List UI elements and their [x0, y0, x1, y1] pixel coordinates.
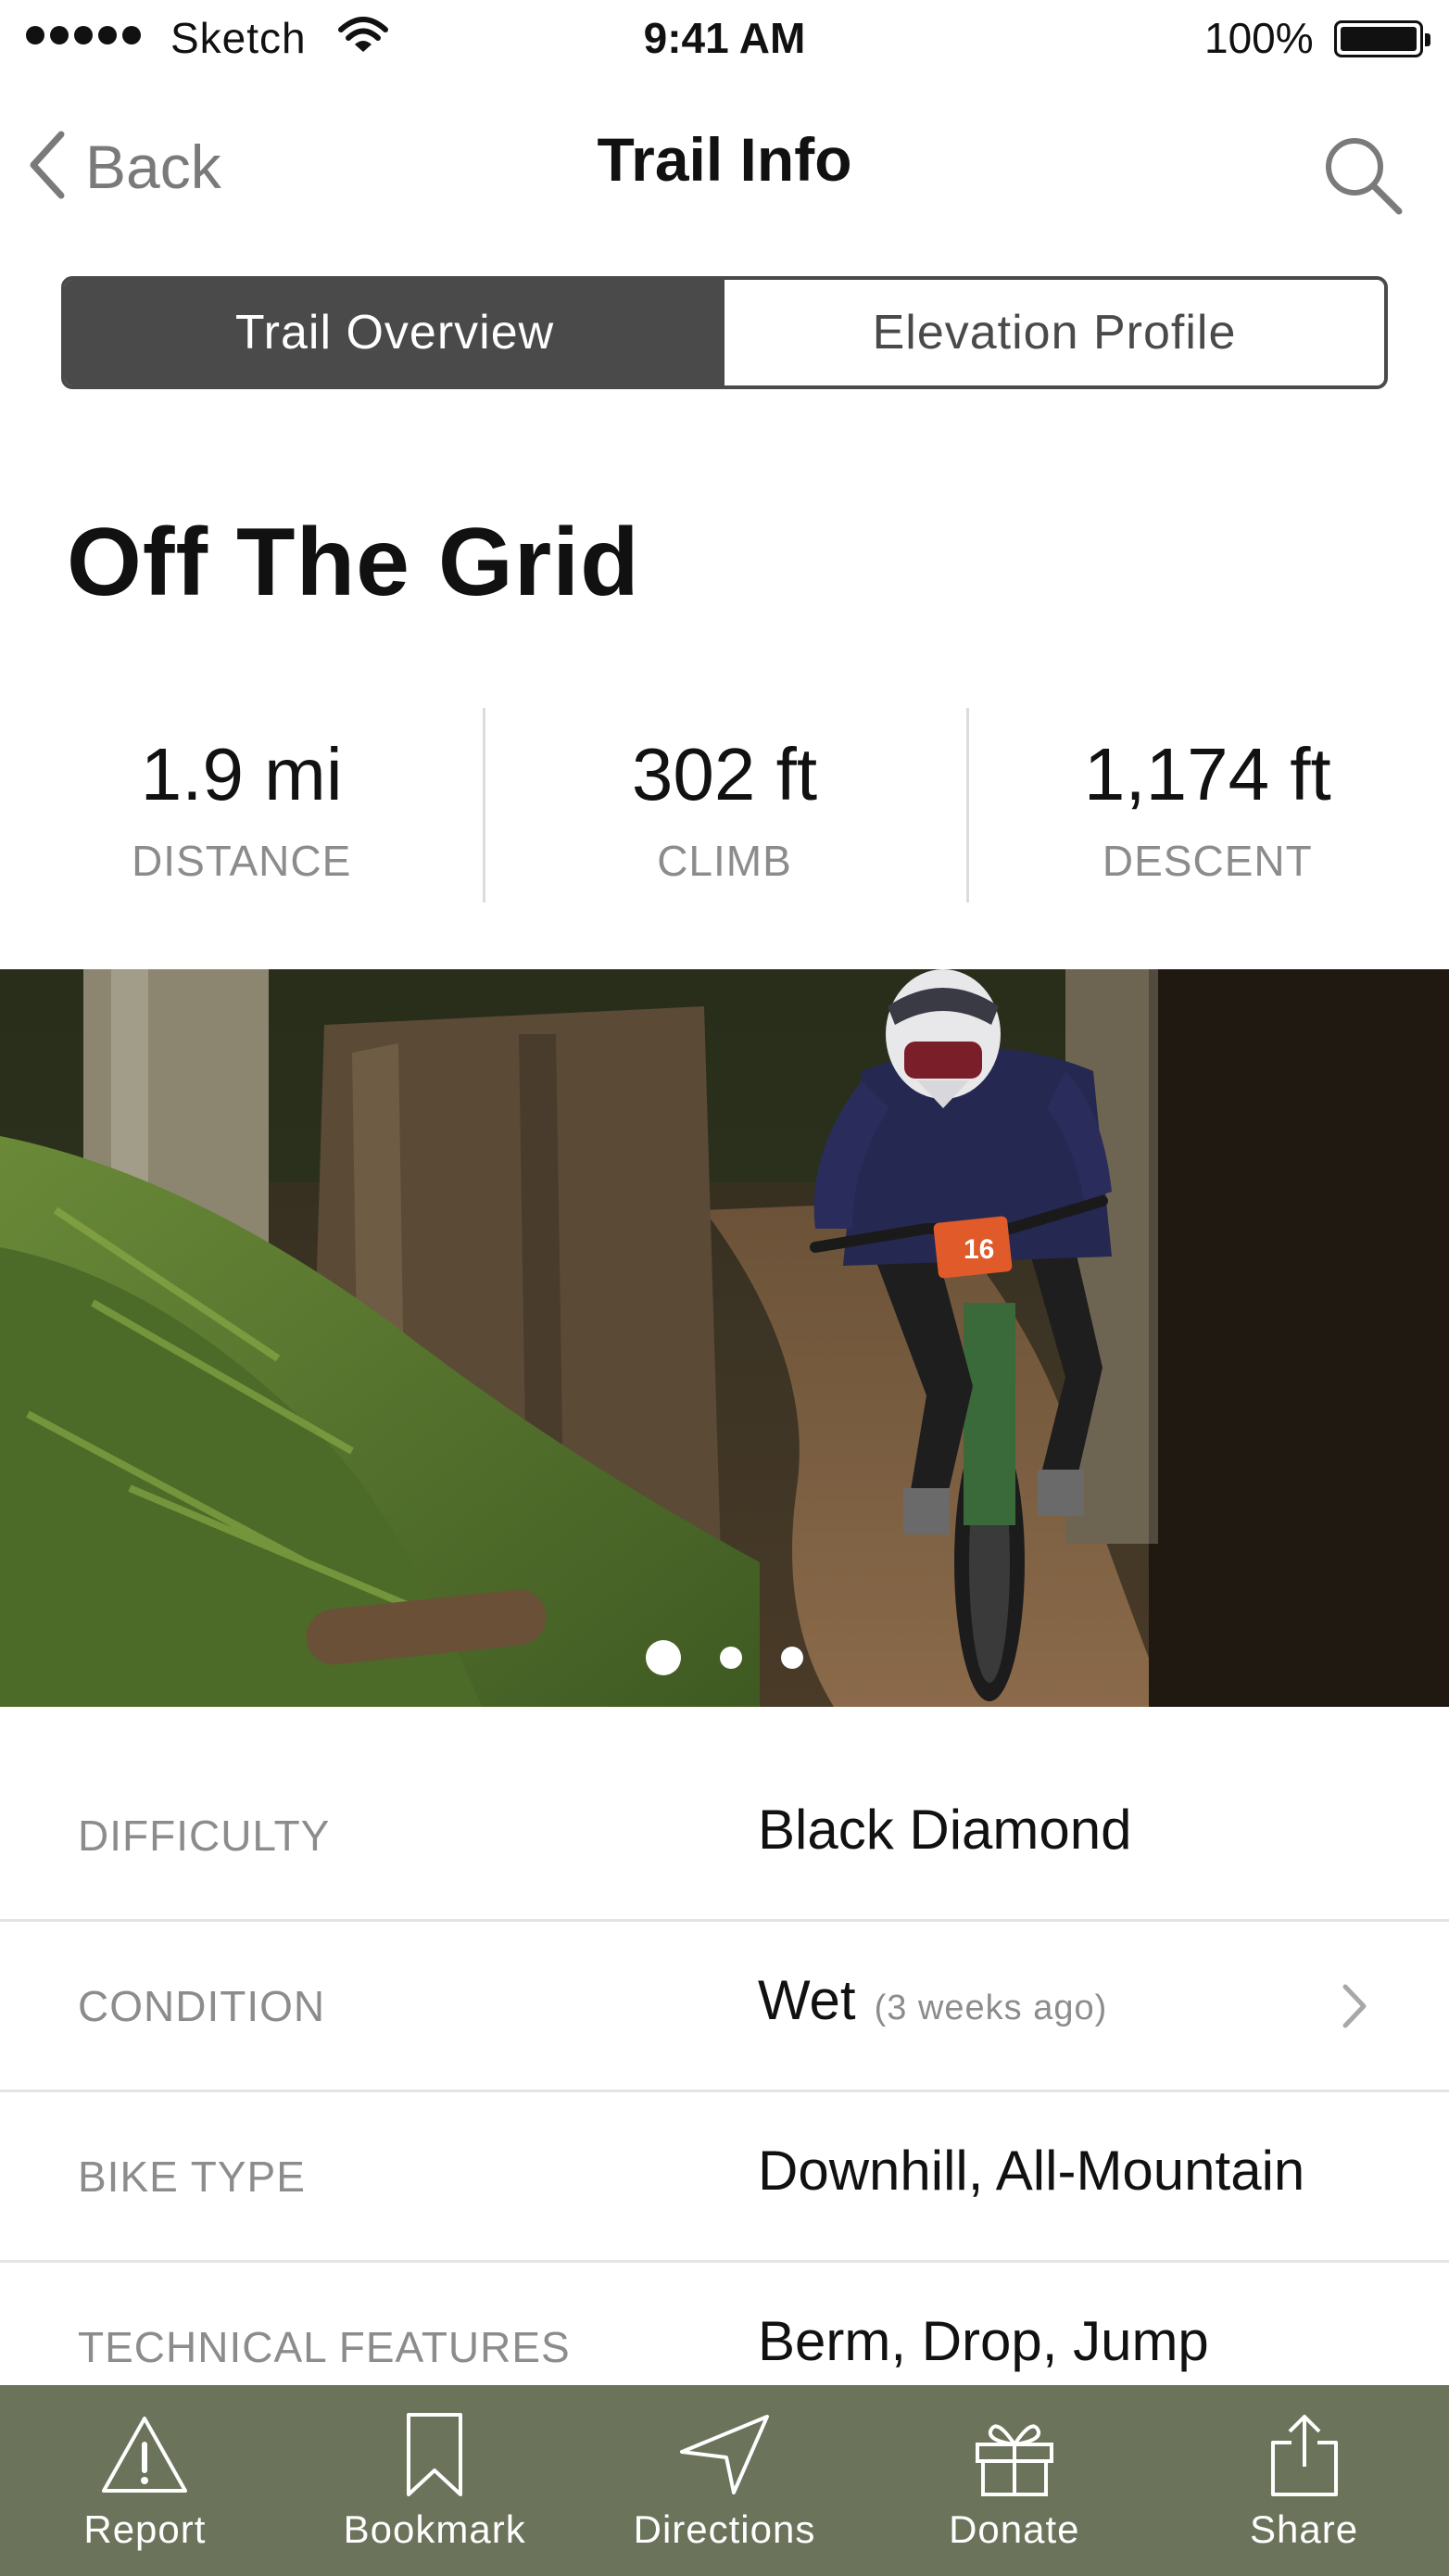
detail-value: Wet — [758, 1969, 856, 2031]
search-icon — [1326, 138, 1403, 215]
navigation-arrow-icon — [679, 2415, 769, 2494]
tab-label: Report — [83, 2507, 207, 2551]
stat-value: 302 ft — [631, 733, 818, 815]
bottom-tab-bar: Report Bookmark Directions Donate Share — [0, 2385, 1449, 2576]
detail-row-bike-type: BIKE TYPE Downhill, All-Mountain — [0, 2092, 1449, 2263]
tab-label: Bookmark — [343, 2507, 526, 2551]
tab-bookmark[interactable]: Bookmark — [290, 2385, 580, 2576]
trail-details-list: DIFFICULTY Black Diamond CONDITION Wet (3… — [0, 1751, 1449, 2433]
condition-updated-note: (3 weeks ago) — [874, 1989, 1108, 2027]
chevron-right-icon — [1342, 1983, 1367, 2034]
detail-label: CONDITION — [78, 1982, 326, 2030]
stat-label: DISTANCE — [132, 837, 352, 885]
carousel-page-indicator — [0, 1640, 1449, 1675]
page-dot-3[interactable] — [781, 1647, 803, 1669]
detail-label: DIFFICULTY — [78, 1812, 331, 1860]
warning-icon — [102, 2417, 188, 2493]
battery-icon — [1334, 20, 1430, 57]
detail-value-wrap: Wet (3 weeks ago) — [758, 1968, 1107, 2032]
detail-value: Berm, Drop, Jump — [758, 2310, 1209, 2372]
stat-value: 1,174 ft — [1083, 733, 1331, 815]
tab-donate[interactable]: Donate — [869, 2385, 1159, 2576]
trail-photo[interactable]: 16 — [0, 969, 1449, 1707]
stat-climb: 302 ft CLIMB — [483, 704, 965, 904]
battery-percentage: 100% — [1204, 14, 1314, 62]
detail-label: BIKE TYPE — [78, 2153, 306, 2201]
page-dot-1[interactable] — [646, 1640, 681, 1675]
trail-name: Off The Grid — [67, 509, 640, 616]
tab-label: Donate — [949, 2507, 1080, 2551]
search-button[interactable] — [1316, 130, 1408, 222]
tab-label: Share — [1250, 2507, 1359, 2551]
stat-label: DESCENT — [1102, 837, 1313, 885]
detail-row-condition[interactable]: CONDITION Wet (3 weeks ago) — [0, 1922, 1449, 2092]
tab-directions[interactable]: Directions — [580, 2385, 870, 2576]
tab-report[interactable]: Report — [0, 2385, 290, 2576]
detail-row-difficulty: DIFFICULTY Black Diamond — [0, 1751, 1449, 1922]
stat-label: CLIMB — [657, 837, 792, 885]
tab-elevation-profile[interactable]: Elevation Profile — [724, 280, 1384, 385]
segmented-control: Trail Overview Elevation Profile — [61, 276, 1388, 389]
stat-descent: 1,174 ft DESCENT — [965, 704, 1449, 904]
status-bar: Sketch 9:41 AM 100% — [0, 0, 1449, 78]
detail-value: Downhill, All-Mountain — [758, 2140, 1305, 2202]
page-title: Trail Info — [597, 125, 852, 194]
tab-share[interactable]: Share — [1159, 2385, 1449, 2576]
navigation-bar: Back Trail Info — [0, 102, 1449, 232]
detail-label: TECHNICAL FEATURES — [78, 2323, 571, 2371]
bookmark-icon — [407, 2413, 463, 2496]
tab-label: Directions — [633, 2507, 816, 2551]
gift-icon — [975, 2424, 1053, 2496]
detail-value: Black Diamond — [758, 1799, 1132, 1861]
stat-value: 1.9 mi — [140, 733, 343, 815]
stat-distance: 1.9 mi DISTANCE — [0, 704, 483, 904]
page-dot-2[interactable] — [720, 1647, 742, 1669]
trail-stats: 1.9 mi DISTANCE 302 ft CLIMB 1,174 ft DE… — [0, 704, 1449, 904]
tab-trail-overview[interactable]: Trail Overview — [65, 280, 724, 385]
share-icon — [1270, 2415, 1338, 2496]
bib-number: 16 — [964, 1234, 994, 1265]
